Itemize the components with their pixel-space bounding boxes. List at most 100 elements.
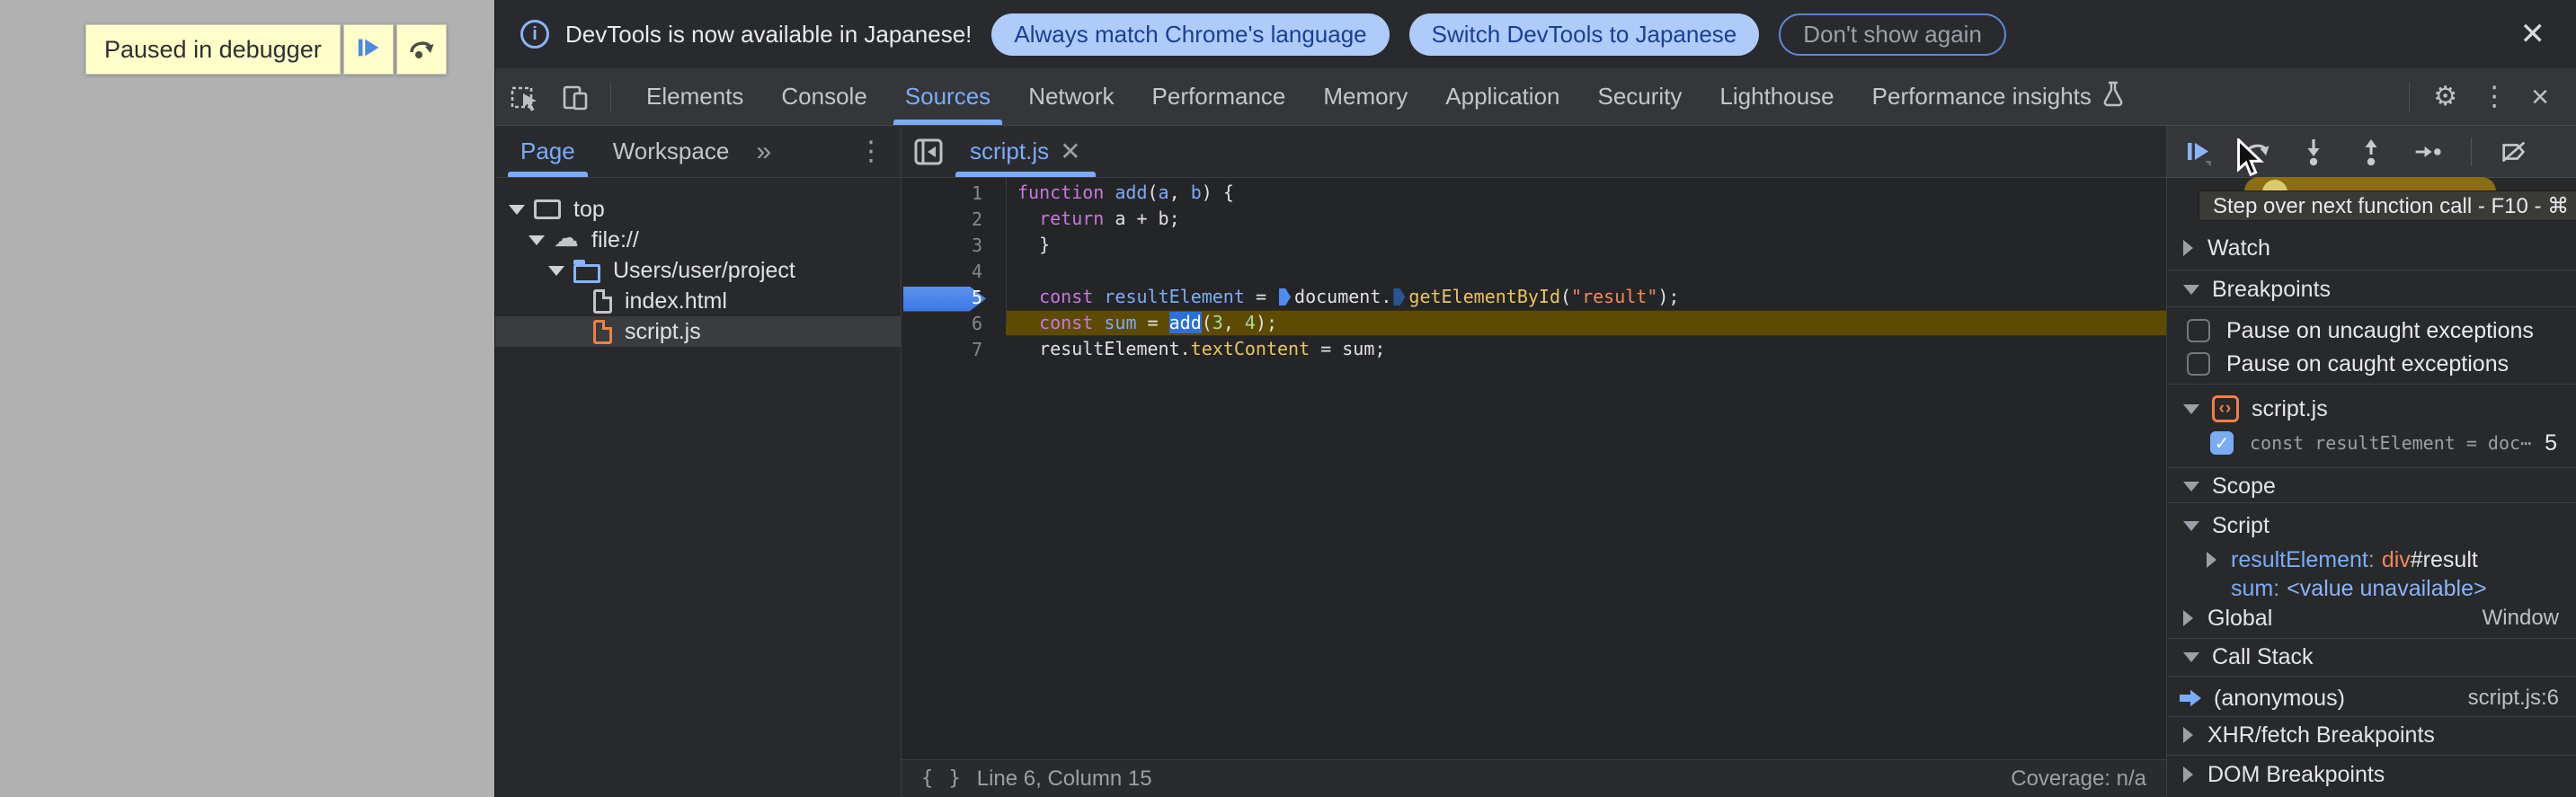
close-devtools-icon[interactable]: × bbox=[2531, 82, 2549, 112]
section-call-stack[interactable]: Call Stack bbox=[2167, 641, 2576, 673]
tab-security[interactable]: Security bbox=[1579, 68, 1701, 125]
section-divider bbox=[2167, 755, 2576, 756]
line-content[interactable]: } bbox=[1006, 232, 2166, 258]
tab-performance-insights[interactable]: Performance insights bbox=[1853, 68, 2145, 125]
caret-right-icon[interactable] bbox=[2183, 766, 2193, 783]
cursor-position-text: Line 6, Column 15 bbox=[976, 766, 1152, 791]
tab-memory[interactable]: Memory bbox=[1304, 68, 1426, 125]
always-match-language-button[interactable]: Always match Chrome's language bbox=[991, 13, 1390, 56]
switch-devtools-japanese-button[interactable]: Switch DevTools to Japanese bbox=[1408, 13, 1760, 56]
tab-lighthouse[interactable]: Lighthouse bbox=[1701, 68, 1852, 125]
breakpoint-marker[interactable]: 5 bbox=[902, 287, 1006, 308]
resume-script-button[interactable] bbox=[342, 24, 394, 75]
tree-item-top[interactable]: top bbox=[495, 194, 901, 225]
caret-down-icon[interactable] bbox=[2183, 403, 2199, 414]
tree-item-script-js[interactable]: script.js bbox=[495, 316, 901, 347]
navigator-kebab-icon[interactable]: ⋮ bbox=[857, 136, 884, 167]
code-token: ( bbox=[1559, 286, 1572, 307]
tab-elements[interactable]: Elements bbox=[627, 68, 762, 125]
line-number[interactable]: 1 bbox=[902, 182, 1006, 204]
caret-right-icon[interactable] bbox=[2183, 240, 2193, 256]
line-number[interactable]: 3 bbox=[902, 235, 1006, 256]
tree-item-users-user-project[interactable]: Users/user/project bbox=[495, 255, 901, 286]
code-line-5[interactable]: 5 const resultElement = document. getElem… bbox=[902, 284, 2166, 310]
tab-performance[interactable]: Performance bbox=[1133, 68, 1305, 125]
section-dom-breakpoints[interactable]: DOM Breakpoints bbox=[2167, 758, 2576, 791]
code-line-7[interactable]: 7 resultElement.textContent = sum; bbox=[902, 336, 2166, 362]
navigator-tab-page[interactable]: Page bbox=[508, 126, 588, 177]
caret-down-icon[interactable] bbox=[2183, 481, 2199, 491]
caret-down-icon[interactable] bbox=[2183, 651, 2199, 662]
checkbox-label: Pause on uncaught exceptions bbox=[2226, 317, 2534, 343]
tree-caret-icon[interactable] bbox=[509, 204, 525, 215]
inspect-element-icon[interactable] bbox=[510, 82, 540, 112]
coverage-status-text: Coverage: n/a bbox=[2011, 766, 2146, 791]
line-number[interactable]: 4 bbox=[902, 261, 1006, 282]
tree-item-index-html[interactable]: index.html bbox=[495, 286, 901, 316]
tab-console[interactable]: Console bbox=[762, 68, 885, 125]
line-number[interactable]: 6 bbox=[902, 313, 1006, 334]
call-stack-frame[interactable]: (anonymous) script.js:6 bbox=[2167, 682, 2576, 714]
line-content[interactable]: return a + b; bbox=[1006, 206, 2166, 232]
section-xhr-fetch-breakpoints[interactable]: XHR/fetch Breakpoints bbox=[2167, 719, 2576, 751]
device-toolbar-icon[interactable] bbox=[560, 82, 591, 112]
line-number[interactable]: 2 bbox=[902, 208, 1006, 230]
checkbox[interactable] bbox=[2187, 319, 2210, 342]
more-tabs-icon[interactable]: » bbox=[756, 137, 771, 167]
settings-gear-icon[interactable]: ⚙ bbox=[2433, 83, 2457, 111]
caret-right-icon[interactable] bbox=[2207, 552, 2216, 568]
tree-item-file[interactable]: ☁ file:// bbox=[495, 225, 901, 255]
checkbox-pause-on-caught-exceptions[interactable]: Pause on caught exceptions bbox=[2167, 348, 2576, 380]
dont-show-again-button[interactable]: Don't show again bbox=[1779, 13, 2006, 56]
breakpoint-entry[interactable]: const resultElement = doc⋯ 5 bbox=[2167, 427, 2576, 459]
line-number[interactable]: 7 bbox=[902, 339, 1006, 360]
code-line-4[interactable]: 4 bbox=[902, 258, 2166, 284]
pretty-print-icon[interactable]: { } bbox=[921, 767, 963, 790]
scope-group-global[interactable]: Global Window bbox=[2167, 602, 2576, 634]
line-content[interactable]: function add(a, b) { bbox=[1006, 180, 2166, 206]
collapse-navigator-icon[interactable] bbox=[912, 136, 945, 168]
breakpoint-group-script-js[interactable]: ‹› script.js bbox=[2167, 393, 2576, 425]
navigator-tab-workspace[interactable]: Workspace bbox=[600, 126, 742, 177]
source-editor: script.js ✕ 1 function add(a, b) {2 retur… bbox=[902, 126, 2167, 797]
tab-sources[interactable]: Sources bbox=[886, 68, 1009, 125]
line-content[interactable]: const resultElement = document. getElemen… bbox=[1006, 284, 2166, 310]
section-divider bbox=[2167, 638, 2576, 639]
infobar-close-icon[interactable]: ✕ bbox=[2520, 19, 2546, 49]
editor-tab-script-js[interactable]: script.js ✕ bbox=[955, 126, 1096, 177]
checkbox-pause-on-uncaught-exceptions[interactable]: Pause on uncaught exceptions bbox=[2167, 314, 2576, 347]
editor-tab-close-icon[interactable]: ✕ bbox=[1060, 137, 1080, 166]
line-content[interactable]: const sum = add(3, 4); bbox=[1006, 310, 2166, 336]
tab-network[interactable]: Network bbox=[1009, 68, 1133, 125]
tab-application[interactable]: Application bbox=[1426, 68, 1578, 125]
code-area[interactable]: 1 function add(a, b) {2 return a + b; 3 } 4… bbox=[902, 178, 2166, 362]
code-line-2[interactable]: 2 return a + b; bbox=[902, 206, 2166, 232]
scope-group-script[interactable]: Script bbox=[2167, 509, 2576, 542]
caret-right-icon[interactable] bbox=[2183, 610, 2193, 626]
step-over-script-button[interactable] bbox=[395, 24, 447, 75]
caret-right-icon[interactable] bbox=[2183, 727, 2193, 743]
code-line-3[interactable]: 3 } bbox=[902, 232, 2166, 258]
checkbox[interactable] bbox=[2187, 352, 2210, 376]
breakpoint-checkbox[interactable] bbox=[2210, 431, 2234, 455]
tab-label: Lighthouse bbox=[1719, 83, 1834, 110]
caret-down-icon[interactable] bbox=[2183, 284, 2199, 295]
scope-property-sum[interactable]: sum: <value unavailable> bbox=[2167, 572, 2576, 605]
code-line-1[interactable]: 1 function add(a, b) { bbox=[902, 180, 2166, 206]
scope-property-resultelement[interactable]: resultElement: div #result bbox=[2167, 544, 2576, 576]
inline-breakpoint-icon[interactable] bbox=[1279, 288, 1292, 306]
line-content[interactable]: resultElement.textContent = sum; bbox=[1006, 336, 2166, 362]
tree-caret-icon[interactable] bbox=[548, 265, 564, 276]
section-watch[interactable]: Watch bbox=[2167, 232, 2576, 264]
caret-down-icon[interactable] bbox=[2183, 520, 2199, 531]
inline-breakpoint-candidate-icon[interactable] bbox=[1393, 288, 1406, 306]
code-line-6[interactable]: 6 const sum = add(3, 4); bbox=[902, 310, 2166, 336]
tree-caret-icon[interactable] bbox=[529, 235, 545, 245]
code-token: ( bbox=[1147, 182, 1159, 203]
more-options-kebab-icon[interactable]: ⋮ bbox=[2481, 83, 2508, 111]
step-over-tooltip: Step over next function call - F10 - ⌘ ' bbox=[2198, 190, 2576, 221]
section-scope[interactable]: Scope bbox=[2167, 470, 2576, 502]
section-breakpoints[interactable]: Breakpoints bbox=[2167, 273, 2576, 306]
line-content[interactable] bbox=[1006, 258, 2166, 284]
